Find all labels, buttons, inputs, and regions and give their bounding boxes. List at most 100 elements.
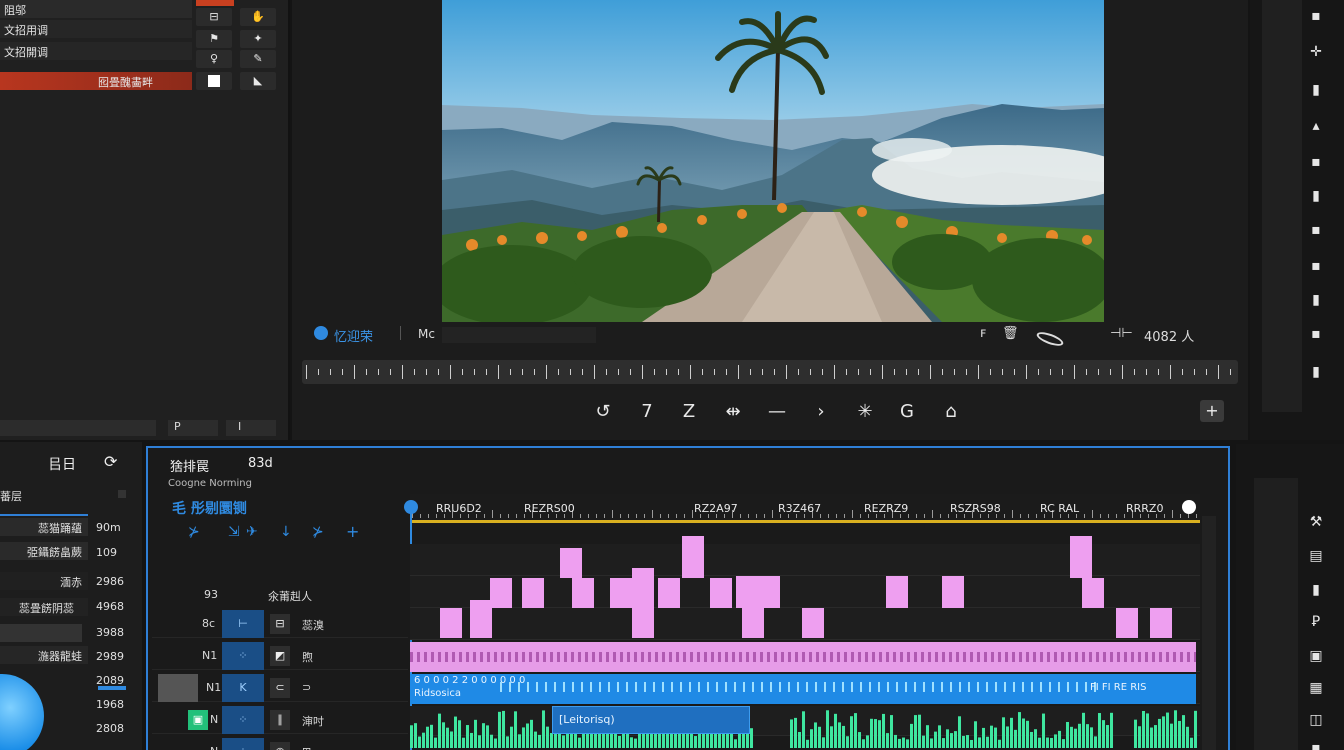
track-target-button[interactable]: ⁘ — [222, 738, 264, 750]
trash-icon[interactable]: 🗑 — [1002, 326, 1019, 341]
prop-row[interactable]: 蕊畳餝阴蕊 — [0, 598, 88, 616]
timeline-scrollbar[interactable] — [1202, 516, 1216, 750]
add-button[interactable]: + — [1200, 400, 1224, 422]
tool-track-icon[interactable]: ▮ — [1306, 80, 1326, 100]
tool-slip-icon[interactable]: ▪ — [1306, 256, 1326, 276]
track-target-button[interactable]: ⊢ — [222, 610, 264, 638]
tool-hand-icon[interactable]: ▮ — [1306, 362, 1326, 382]
list-item-selected[interactable]: 囮畳醜畵畔 — [0, 72, 192, 90]
cloud-icon[interactable] — [1035, 329, 1065, 349]
tool-slide-icon[interactable]: ▮ — [1306, 290, 1326, 310]
shape-icon[interactable]: ◣ — [240, 72, 276, 90]
track-header[interactable]: ▣ N ⁘ ∥ 渖吋 — [152, 706, 408, 734]
track-header[interactable]: N ⁘ ◉ ⊞ — [152, 738, 408, 750]
page-prev-button[interactable]: P — [168, 420, 218, 436]
prop-value[interactable]: 3988 — [96, 626, 124, 639]
tool-panel-icon[interactable]: ▣ — [1306, 646, 1326, 666]
marker-tool-icon[interactable]: ↓ — [280, 524, 292, 540]
prop-value[interactable]: 2989 — [96, 650, 124, 663]
track-visibility-icon[interactable]: ◩ — [270, 646, 290, 666]
square-icon[interactable] — [196, 72, 232, 90]
audio-waveform-bar — [494, 738, 497, 748]
prop-value[interactable]: 1968 — [96, 698, 124, 711]
panel-header-icon[interactable]: 㠯日 — [48, 454, 76, 474]
tool-move-icon[interactable]: ✛ — [1306, 42, 1326, 62]
track-target-button[interactable]: K — [222, 674, 264, 702]
track-target-button[interactable]: ⁘ — [222, 642, 264, 670]
step-back-icon[interactable]: 7 — [634, 400, 660, 424]
prop-value[interactable]: 2808 — [96, 722, 124, 735]
jump-icon[interactable]: Z — [676, 400, 702, 424]
tool-bar-icon[interactable]: ▮ — [1306, 580, 1326, 600]
scrollbar[interactable] — [0, 420, 156, 436]
refresh-icon[interactable]: ⟳ — [104, 452, 117, 471]
track-enable-icon[interactable]: ▣ — [188, 710, 208, 730]
tool-razor-icon[interactable]: ▪ — [1306, 220, 1326, 240]
audio-clip-selected[interactable]: [Leitorisq) — [552, 706, 750, 734]
track-color-swatch[interactable] — [158, 674, 198, 702]
prop-row[interactable]: 蕊猫踊蘊 — [0, 518, 88, 536]
tool-list-icon[interactable]: ▤ — [1306, 546, 1326, 566]
track-header[interactable]: N1 ⁘ ◩ 煦 — [152, 642, 408, 670]
tool-rate-icon[interactable]: ▮ — [1306, 186, 1326, 206]
prop-row[interactable]: 弫鑷餝畠蕨 — [0, 542, 88, 560]
loop-icon[interactable]: G — [894, 400, 920, 424]
prop-value[interactable]: 90m — [96, 521, 121, 534]
prop-row[interactable] — [0, 624, 82, 642]
export-frame-icon[interactable]: ⌂ — [938, 400, 964, 424]
overlay-clips[interactable] — [410, 528, 1200, 640]
clip-icon[interactable]: ⊟ — [196, 8, 232, 26]
track-target-button[interactable]: ⁘ — [222, 706, 264, 734]
list-item[interactable]: 文招開调 — [0, 42, 192, 60]
tool-select-icon[interactable]: ▪ — [1306, 6, 1326, 26]
page-next-button[interactable]: I — [226, 420, 276, 436]
title-clip[interactable] — [410, 642, 1196, 672]
track-header[interactable]: N1 K ⊂ ⊃ — [152, 674, 408, 702]
track-solo-icon[interactable]: ∥ — [270, 710, 290, 730]
tool-frame-icon[interactable]: ◫ — [1306, 710, 1326, 730]
insert-tool-icon[interactable]: ⇲ — [228, 524, 240, 540]
audio-clips[interactable] — [410, 704, 1200, 750]
color-wheel[interactable] — [0, 674, 44, 750]
split-icon[interactable]: ⊣⊢ — [1110, 326, 1133, 341]
prop-row[interactable]: 湎赤 — [0, 572, 88, 590]
add-track-icon[interactable]: + — [346, 522, 359, 541]
snap-icon[interactable]: ✳ — [852, 400, 878, 424]
stop-icon[interactable]: — — [764, 400, 790, 424]
link-tool-icon[interactable]: ✈ — [246, 524, 258, 540]
play-icon[interactable]: › — [808, 400, 834, 424]
work-area-bar[interactable] — [410, 520, 1200, 523]
track-record-icon[interactable]: ◉ — [270, 742, 290, 750]
expand-icon[interactable] — [118, 490, 126, 498]
scrub-ruler[interactable] — [302, 360, 1238, 384]
marker-icon[interactable]: ꜰ — [980, 326, 986, 341]
timecode-field[interactable] — [442, 327, 596, 343]
tool-text-icon[interactable]: Ꝑ — [1306, 612, 1326, 632]
prop-value[interactable]: 2986 — [96, 575, 124, 588]
flag-icon[interactable]: ⚑ — [196, 30, 232, 48]
tool-more-icon[interactable]: ▪ — [1306, 738, 1326, 750]
prop-value[interactable]: 4968 — [96, 600, 124, 613]
snap-tool-icon[interactable]: ⊁ — [188, 524, 200, 540]
list-item[interactable]: 阻邬 — [0, 0, 192, 18]
tool-pen-icon[interactable]: ▪ — [1306, 324, 1326, 344]
tool-grid-icon[interactable]: ▦ — [1306, 678, 1326, 698]
prop-value[interactable]: 109 — [96, 546, 117, 559]
track-header[interactable]: 8c ⊢ ⊟ 蕊溴 — [152, 610, 408, 638]
settings-tool-icon[interactable]: ⊁ — [312, 524, 324, 540]
undo-icon[interactable]: ↺ — [590, 400, 616, 424]
tool-roll-icon[interactable]: ▪ — [1306, 152, 1326, 172]
lamp-icon[interactable]: ♀ — [196, 50, 232, 68]
prop-row[interactable]: 湤器龍蛙 — [0, 646, 88, 664]
pin-icon[interactable]: ✦ — [240, 30, 276, 48]
hand-icon[interactable]: ✋ — [240, 8, 276, 26]
list-item[interactable]: 文招用调 — [0, 20, 192, 38]
track-mute-icon[interactable]: ⊂ — [270, 678, 290, 698]
trim-icon[interactable]: ⇹ — [720, 400, 746, 424]
tool-ripple-icon[interactable]: ▴ — [1306, 116, 1326, 136]
tool-wrench-icon[interactable]: ⚒ — [1306, 512, 1326, 532]
end-marker-icon[interactable] — [1182, 500, 1196, 514]
brush-icon[interactable]: ✎ — [240, 50, 276, 68]
track-lock-icon[interactable]: ⊟ — [270, 614, 290, 634]
video-clip[interactable]: 6 0 0 0 2 2 0 0 0 0 0 0 Ridsosica FI FI … — [410, 674, 1196, 704]
